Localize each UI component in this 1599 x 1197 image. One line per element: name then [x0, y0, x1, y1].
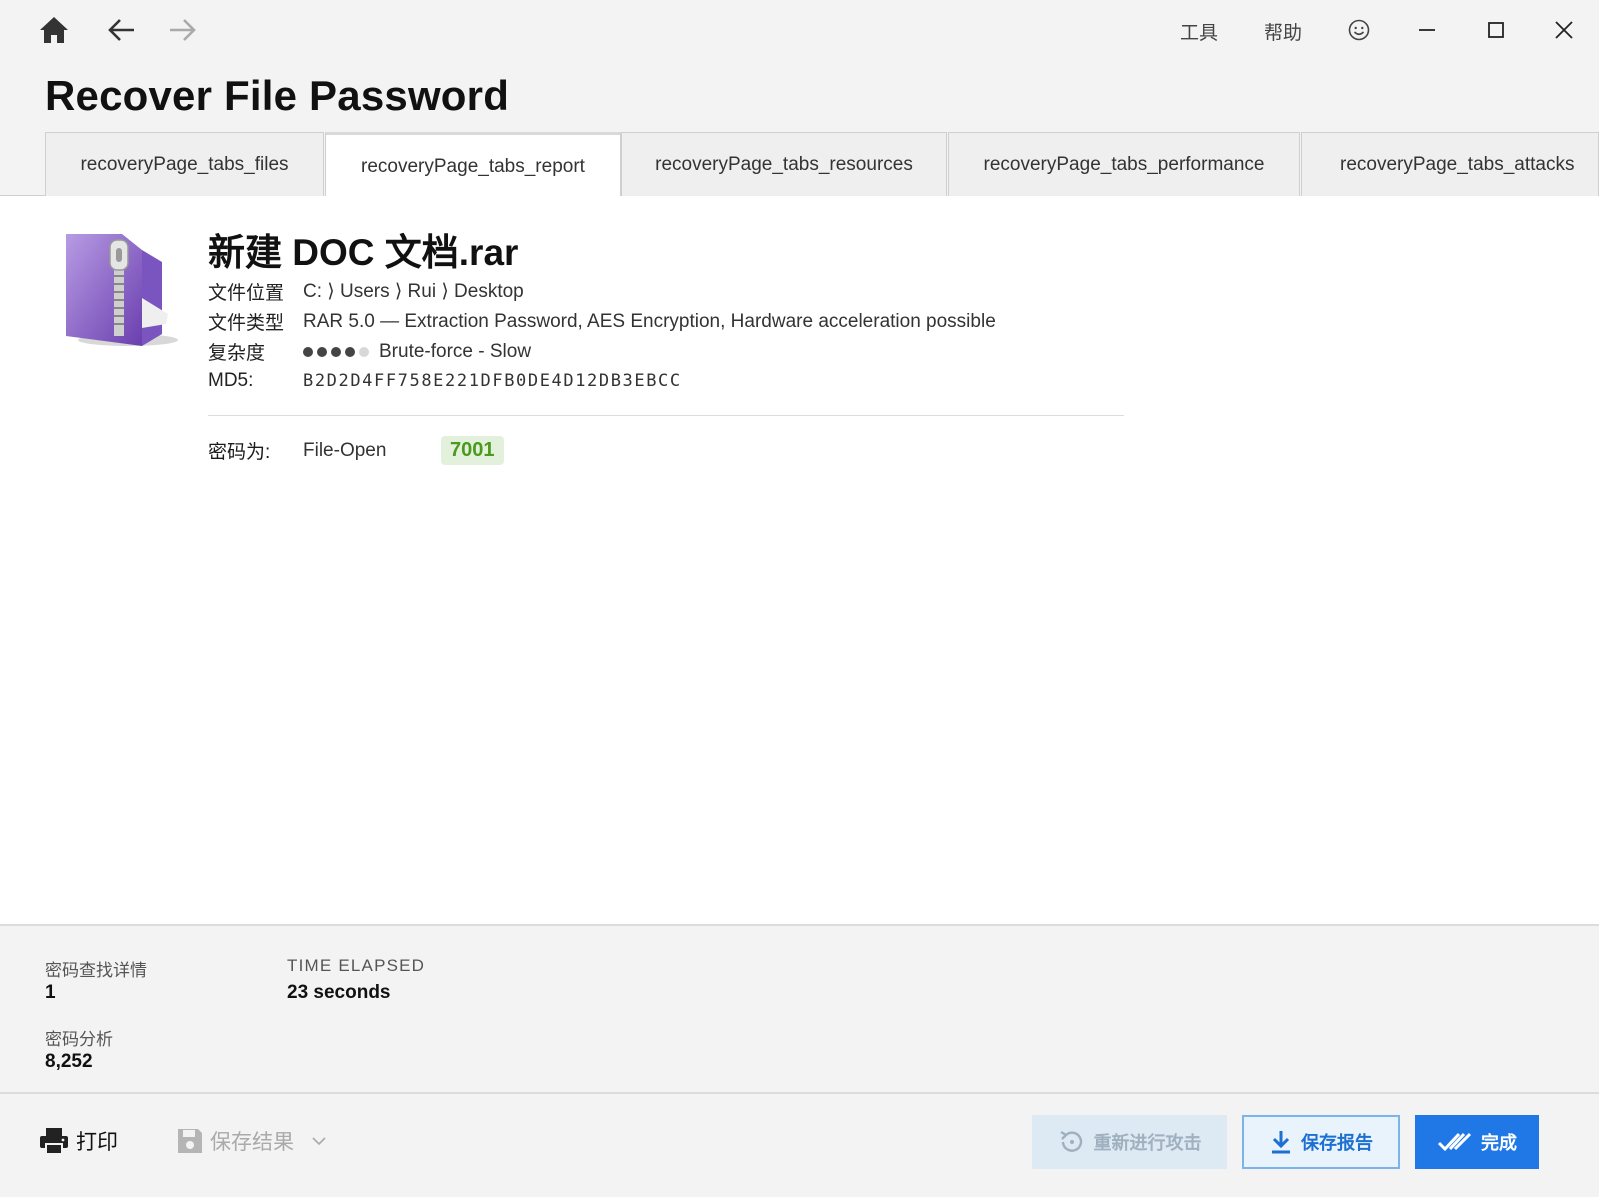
floppy-disk-icon: [178, 1129, 202, 1153]
complexity-label: 复杂度: [208, 343, 266, 364]
done-button[interactable]: 完成: [1415, 1115, 1539, 1169]
minimize-icon: [1419, 29, 1435, 31]
restart-attack-button[interactable]: 重新进行攻击: [1032, 1115, 1227, 1169]
complexity-rating: [303, 346, 369, 357]
feedback-button[interactable]: [1339, 12, 1379, 48]
restart-attack-label: 重新进行攻击: [1093, 1133, 1202, 1153]
download-icon: [1272, 1131, 1290, 1154]
minimize-button[interactable]: [1407, 12, 1447, 48]
passwords-found-label: 密码查找详情: [45, 961, 147, 980]
file-location-value: C: ⟩ Users ⟩ Rui ⟩ Desktop: [303, 281, 524, 302]
tab-bar: recoveryPage_tabs_files recoveryPage_tab…: [0, 132, 1599, 198]
complexity-dot: [331, 346, 341, 357]
report-divider: [208, 415, 1124, 416]
password-type: File-Open: [303, 439, 387, 461]
maximize-icon: [1488, 22, 1504, 38]
restart-icon: [1059, 1130, 1082, 1152]
arrow-left-icon: [108, 19, 134, 41]
done-label: 完成: [1481, 1133, 1517, 1153]
save-report-button[interactable]: 保存报告: [1242, 1115, 1400, 1169]
double-check-icon: [1437, 1132, 1472, 1152]
print-label: 打印: [76, 1131, 118, 1154]
print-button[interactable]: 打印: [38, 1126, 118, 1156]
passwords-found-value: 1: [45, 982, 56, 1003]
passwords-analyzed-label: 密码分析: [45, 1030, 113, 1049]
save-report-label: 保存报告: [1301, 1133, 1373, 1153]
home-icon: [40, 17, 68, 43]
complexity-dot: [359, 346, 369, 357]
complexity-row: 复杂度 Brute-force - Slow: [208, 338, 531, 365]
close-button[interactable]: [1544, 12, 1584, 48]
maximize-button[interactable]: [1476, 12, 1516, 48]
menu-help[interactable]: 帮助: [1264, 18, 1302, 45]
passwords-analyzed-value: 8,252: [45, 1051, 93, 1072]
md5-value: B2D2D4FF758E221DFB0DE4D12DB3EBCC: [303, 371, 682, 391]
md5-label: MD5:: [208, 370, 254, 391]
bottom-action-bar: 打印 保存结果 重新进行攻击 保存报告 完成: [0, 1094, 1599, 1197]
recovered-password[interactable]: 7001: [441, 436, 504, 465]
title-bar: 工具 帮助: [0, 0, 1599, 62]
home-button[interactable]: [34, 10, 74, 50]
save-results-label: 保存结果: [210, 1131, 294, 1154]
report-panel: 新建 DOC 文档.rar 文件位置 C: ⟩ Users ⟩ Rui ⟩ De…: [0, 196, 1599, 924]
file-type-label: 文件类型: [208, 313, 285, 334]
file-location-row: 文件位置 C: ⟩ Users ⟩ Rui ⟩ Desktop: [208, 278, 524, 305]
arrow-right-icon: [170, 19, 196, 41]
time-elapsed-value: 23 seconds: [287, 982, 391, 1003]
md5-row: MD5: B2D2D4FF758E221DFB0DE4D12DB3EBCC: [208, 370, 682, 392]
file-type-row: 文件类型 RAR 5.0 — Extraction Password, AES …: [208, 308, 996, 335]
smiley-icon: [1348, 19, 1370, 41]
password-row: 密码为: File-Open 7001: [208, 436, 504, 465]
stats-panel: 密码查找详情 1 TIME ELAPSED 23 seconds 密码分析 8,…: [0, 924, 1599, 1094]
archive-file-icon: [58, 228, 178, 350]
page-title: Recover File Password: [45, 72, 510, 119]
printer-icon: [40, 1128, 68, 1155]
close-icon: [1555, 21, 1573, 39]
tab-files[interactable]: recoveryPage_tabs_files: [45, 132, 324, 196]
tab-attacks[interactable]: recoveryPage_tabs_attacks: [1301, 132, 1599, 196]
tab-report[interactable]: recoveryPage_tabs_report: [325, 132, 621, 198]
complexity-value: Brute-force - Slow: [379, 340, 532, 362]
password-label: 密码为:: [208, 442, 271, 463]
time-elapsed-label: TIME ELAPSED: [287, 956, 426, 975]
forward-button[interactable]: [162, 10, 202, 50]
file-type-value: RAR 5.0 — Extraction Password, AES Encry…: [303, 310, 996, 332]
tab-performance[interactable]: recoveryPage_tabs_performance: [948, 132, 1300, 196]
complexity-dot: [317, 346, 327, 357]
chevron-down-icon[interactable]: [310, 1134, 328, 1148]
back-button[interactable]: [102, 10, 142, 50]
file-name: 新建 DOC 文档.rar: [208, 232, 519, 273]
file-location-label: 文件位置: [208, 283, 285, 304]
complexity-dot: [303, 346, 313, 357]
menu-tools[interactable]: 工具: [1180, 18, 1218, 45]
complexity-dot: [345, 346, 355, 357]
save-results-button[interactable]: 保存结果: [176, 1126, 328, 1156]
tab-resources[interactable]: recoveryPage_tabs_resources: [621, 132, 947, 196]
